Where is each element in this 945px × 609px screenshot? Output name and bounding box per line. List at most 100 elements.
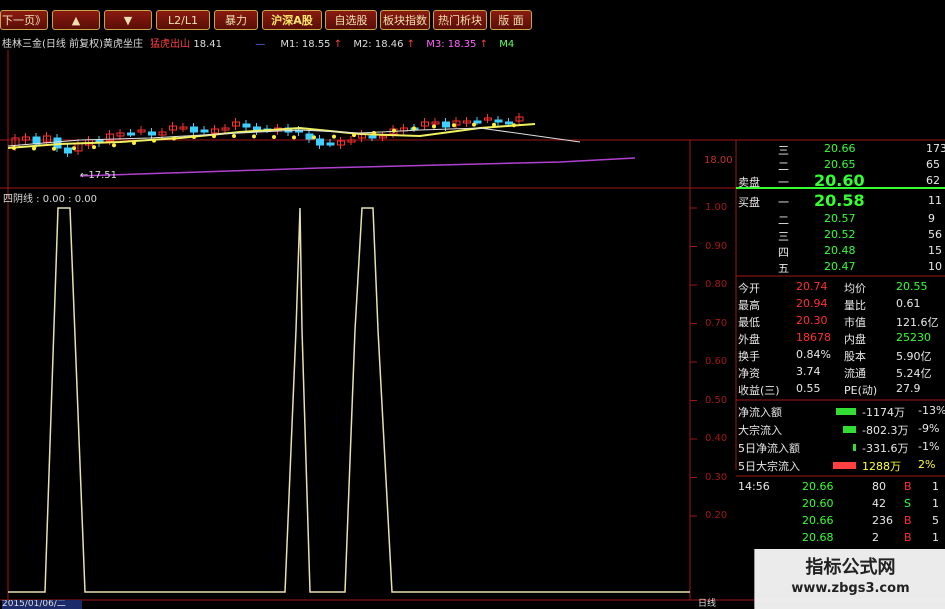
buy-volume: 15 [928, 244, 942, 257]
candle [368, 135, 377, 139]
ma-line-purple [79, 157, 636, 177]
tick-volume: 236 [872, 514, 893, 527]
ma-dot [152, 138, 156, 143]
flow-value: -1174万 [862, 406, 905, 419]
flow-label: 5日大宗流入 [738, 460, 800, 473]
stat-label: 流通 [844, 367, 866, 380]
period-label[interactable]: 日线 [698, 600, 716, 609]
y-tick-label: 0.70 [705, 317, 728, 329]
stat-label: 收益(三) [738, 384, 780, 397]
y-tick-label: 0.60 [705, 356, 728, 367]
tick-count: 5 [932, 514, 939, 527]
tick-row: 20.66 236 B 5 [736, 514, 945, 530]
buy-level: 三 [778, 230, 789, 243]
flow-pct: -13% [918, 404, 945, 417]
tick-side: B [904, 480, 912, 493]
ma-dot [32, 146, 36, 151]
tick-count: 1 [932, 480, 939, 493]
flow-bar [853, 444, 856, 451]
buy-volume: 56 [928, 228, 942, 241]
stat-value: 20.30 [796, 314, 828, 327]
tick-price: 20.66 [802, 514, 834, 527]
tick-price: 20.66 [802, 480, 834, 493]
ma-dot [52, 146, 56, 151]
sell-level: 三 [778, 144, 789, 157]
stat-label: 净资 [738, 367, 760, 380]
stat-value: 18678 [796, 331, 831, 344]
ma-dot [72, 146, 76, 151]
flow-value: -802.3万 [862, 424, 909, 437]
sell-volume: 173 [926, 142, 945, 155]
sell-row: 三 20.66 173 [736, 142, 945, 158]
signal-line [8, 207, 690, 593]
buy-row: 五 20.47 10 [736, 260, 945, 276]
sell-label: 卖盘 [738, 176, 760, 189]
tick-volume: 80 [872, 480, 886, 493]
candlestick-series [11, 113, 524, 157]
tick-time: 14:56 [738, 480, 770, 493]
y-tick-label: 0.90 [705, 240, 728, 252]
watermark-title: 指标公式网 [805, 557, 896, 578]
stat-label: 换手 [738, 350, 760, 363]
tick-count: 1 [932, 497, 939, 510]
stat-value: 5.90亿 [896, 350, 932, 363]
stat-label: 最高 [738, 299, 760, 312]
candle [242, 123, 251, 128]
stat-row: 净资 3.74 流通 5.24亿 [736, 365, 945, 381]
flow-pct: -9% [918, 422, 940, 435]
flow-label: 大宗流入 [738, 424, 782, 437]
tick-side: B [904, 514, 912, 527]
flow-bar [833, 462, 856, 469]
stat-value: 20.74 [796, 280, 828, 293]
stat-value: 5.24亿 [896, 367, 932, 380]
buy-level: 一 [778, 196, 789, 209]
tick-volume: 42 [872, 497, 886, 510]
buy-price: 20.48 [824, 244, 856, 257]
ma-dot [232, 133, 236, 138]
tick-side: B [904, 531, 912, 544]
ma-dot [512, 123, 516, 128]
sub-chart-title: 四阴线 : 0.00 : 0.00 [3, 194, 97, 205]
flow-label: 净流入额 [738, 406, 782, 419]
stat-row: 换手 0.84% 股本 5.90亿 [736, 348, 945, 364]
stat-row: 今开 20.74 均价 20.55 [736, 280, 945, 296]
ma-dot [452, 123, 456, 128]
candle [316, 138, 324, 146]
stat-value: 0.84% [796, 348, 831, 361]
buy-level: 四 [778, 246, 789, 259]
candle [127, 132, 135, 136]
sell-price: 20.65 [824, 158, 856, 171]
ma-dot [492, 122, 496, 127]
candle [326, 142, 335, 146]
stat-row: 最高 20.94 量比 0.61 [736, 297, 945, 313]
flow-pct: -1% [918, 440, 940, 453]
stat-value: 20.94 [796, 297, 828, 310]
stat-row: 最低 20.30 市值 121.6亿 [736, 314, 945, 330]
ma-dot [92, 145, 96, 150]
ma-dot [252, 134, 256, 139]
flow-row: 大宗流入 -802.3万 -9% [736, 422, 945, 438]
buy-level: 二 [778, 214, 789, 227]
ma-dot [372, 131, 376, 136]
stat-label: 外盘 [738, 333, 760, 346]
stat-value: 0.55 [796, 382, 821, 395]
flow-row: 5日大宗流入 1288万 2% [736, 458, 945, 474]
tick-volume: 2 [872, 531, 879, 544]
buy-volume: 10 [928, 260, 942, 273]
stat-label: 最低 [738, 316, 760, 329]
candle [190, 126, 198, 133]
ma-dot [392, 128, 396, 133]
sell-level: 二 [778, 160, 789, 173]
stat-row: 外盘 18678 内盘 25230 [736, 331, 945, 347]
flow-label: 5日净流入额 [738, 442, 800, 455]
sell-price: 20.66 [824, 142, 856, 155]
buy-price: 20.57 [824, 212, 856, 225]
ma-dot [192, 134, 196, 139]
stat-value: 20.55 [896, 280, 928, 293]
ma-dot [12, 146, 16, 150]
candle [200, 129, 209, 133]
tick-row: 20.68 2 B 1 [736, 531, 945, 547]
buy-price: 20.47 [824, 260, 856, 273]
buy-price: 20.58 [814, 191, 865, 210]
stat-label: 市值 [844, 316, 866, 329]
